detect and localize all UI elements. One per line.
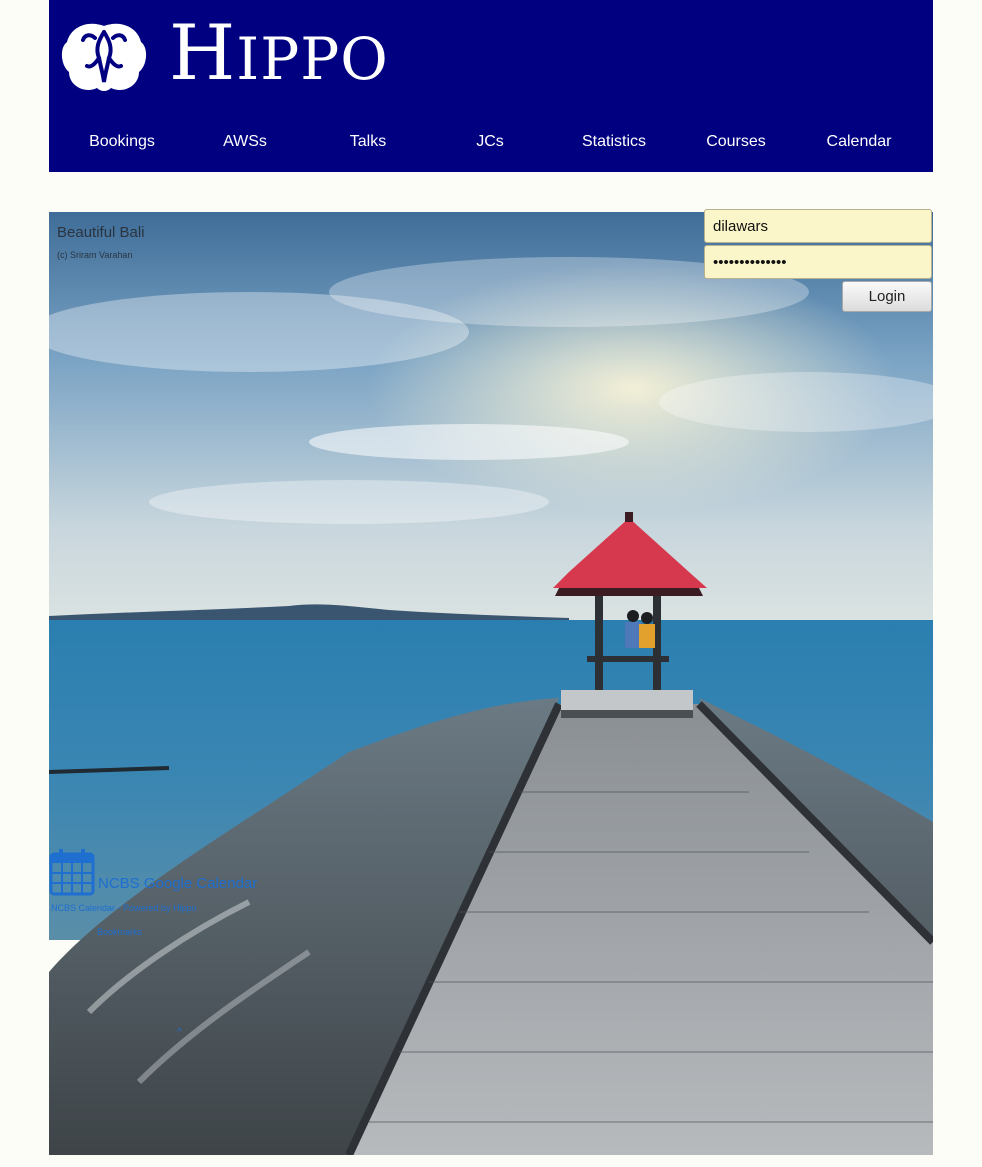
site-brand[interactable]: HIPPO — [169, 8, 389, 104]
nav-jcs[interactable]: JCs — [429, 120, 551, 164]
nav-calendar[interactable]: Calendar — [798, 120, 920, 164]
nav-bookings[interactable]: Bookings — [61, 120, 183, 164]
calendar-icon — [49, 849, 95, 896]
brand-rest: IPPO — [236, 25, 389, 93]
hero-photo: Beautiful Bali (c) Sriram Varahan — [49, 212, 933, 1155]
calendar-subtext: NCBS Calendar - Powered by Hippo — [51, 903, 197, 913]
brand-first-letter: H — [169, 8, 237, 97]
username-field[interactable] — [704, 209, 932, 243]
bali-pier-photo — [49, 212, 933, 1155]
photo-title: Beautiful Bali — [57, 224, 145, 241]
nav-talks[interactable]: Talks — [307, 120, 429, 164]
brain-logo-icon[interactable] — [59, 18, 149, 98]
caret-up-icon: ^ — [177, 1027, 182, 1038]
login-form: Login — [704, 209, 932, 312]
login-button[interactable]: Login — [842, 281, 932, 312]
main-nav: Bookings AWSs Talks JCs Statistics Cours… — [49, 120, 933, 164]
nav-statistics[interactable]: Statistics — [553, 120, 675, 164]
google-calendar-label[interactable]: NCBS Google Calendar — [98, 875, 257, 892]
password-field[interactable] — [704, 245, 932, 279]
bookmarks-link[interactable]: Bookmarks — [97, 927, 142, 937]
photo-credit: (c) Sriram Varahan — [57, 250, 133, 260]
site-header: HIPPO Bookings AWSs Talks JCs Statistics… — [49, 0, 933, 172]
nav-courses[interactable]: Courses — [675, 120, 797, 164]
nav-awss[interactable]: AWSs — [184, 120, 306, 164]
